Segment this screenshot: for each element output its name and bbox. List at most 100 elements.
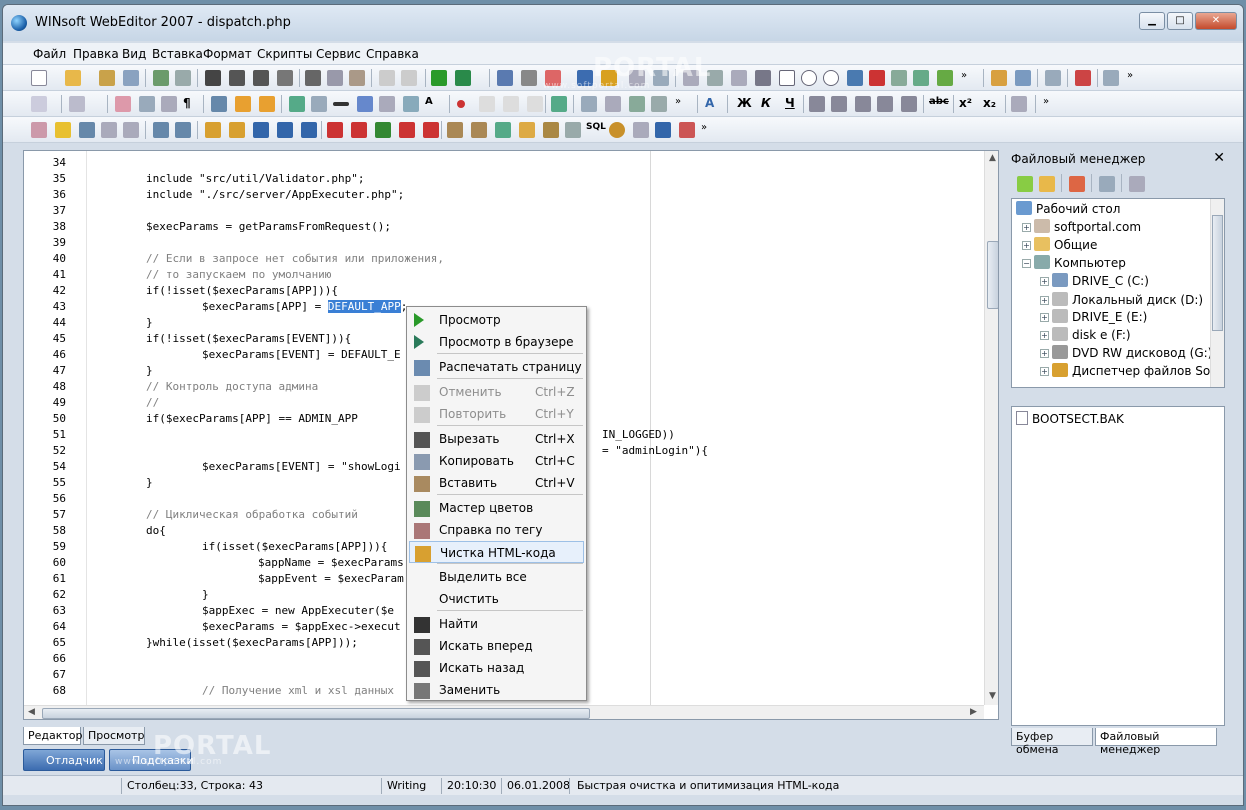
menu-format[interactable]: Формат: [203, 47, 252, 61]
download-icon[interactable]: [175, 122, 191, 138]
tool-icon[interactable]: [1011, 96, 1027, 112]
brush-icon[interactable]: [115, 96, 131, 112]
tool-icon[interactable]: [375, 122, 391, 138]
font-size-icon[interactable]: A: [425, 96, 441, 112]
copy-path-icon[interactable]: [1129, 176, 1145, 192]
book-icon[interactable]: [139, 96, 155, 112]
code-line[interactable]: if(!isset($execParams[APP])){: [146, 283, 338, 299]
globe-icon[interactable]: [289, 96, 305, 112]
tool-icon[interactable]: [253, 122, 269, 138]
code-line[interactable]: $execParams = getParamsFromRequest();: [146, 219, 391, 235]
tool-icon[interactable]: [211, 96, 227, 112]
tool-icon[interactable]: [497, 70, 513, 86]
code-line[interactable]: $execParams[EVENT] = "showLogi: [202, 459, 401, 475]
tool-icon[interactable]: [655, 122, 671, 138]
new-folder-icon[interactable]: [1039, 176, 1055, 192]
record-icon[interactable]: [457, 100, 465, 108]
context-menu-item[interactable]: Найти: [409, 613, 584, 635]
tool-icon[interactable]: [327, 122, 343, 138]
code-line[interactable]: //: [146, 395, 159, 411]
align-right-icon[interactable]: [855, 96, 871, 112]
align-justify-icon[interactable]: [877, 96, 893, 112]
code-line[interactable]: }while(isset($execParams[APP]));: [146, 635, 358, 651]
vertical-scrollbar[interactable]: ▲ ▼: [984, 151, 998, 705]
code-line[interactable]: include "src/util/Validator.php";: [146, 171, 365, 187]
tool-icon[interactable]: [229, 122, 245, 138]
selected-text[interactable]: DEFAULT_APP: [327, 300, 401, 313]
tree-node[interactable]: Диспетчер файлов Sony: [1052, 363, 1224, 378]
close-doc-icon[interactable]: [1075, 70, 1091, 86]
menu-service[interactable]: Сервис: [316, 47, 361, 61]
strike-button[interactable]: abc: [929, 96, 949, 107]
folder-tree[interactable]: Рабочий стол + softportal.com + Общие − …: [1011, 198, 1225, 388]
context-menu-item[interactable]: Распечатать страницу: [409, 356, 584, 378]
tool-icon[interactable]: [521, 70, 537, 86]
code-line[interactable]: IN_LOGGED)): [602, 427, 675, 443]
code-line[interactable]: if(isset($execParams[APP])){: [202, 539, 387, 555]
code-line[interactable]: $appName = $execParams: [258, 555, 404, 571]
spell-icon[interactable]: [123, 122, 139, 138]
new-file-icon[interactable]: [31, 70, 47, 86]
tool-icon[interactable]: [205, 122, 221, 138]
checkbox-icon[interactable]: [779, 70, 795, 86]
menu-help[interactable]: Справка: [366, 47, 419, 61]
tool-icon[interactable]: [399, 122, 415, 138]
tab-file-manager[interactable]: Файловый менеджер: [1095, 728, 1217, 756]
code-line[interactable]: if($execParams[APP] == ADMIN_APP: [146, 411, 358, 427]
minimize-button[interactable]: ▁: [1139, 12, 1165, 30]
debugger-button[interactable]: Отладчик: [23, 749, 105, 771]
more-icon[interactable]: »: [701, 122, 717, 138]
form-icon[interactable]: [937, 70, 953, 86]
properties-icon[interactable]: [1099, 176, 1115, 192]
menu-view[interactable]: Вид: [122, 47, 146, 61]
tool-icon[interactable]: [651, 96, 667, 112]
window-icon[interactable]: [1103, 70, 1119, 86]
tool-icon[interactable]: [543, 122, 559, 138]
form-icon[interactable]: [891, 70, 907, 86]
tool-icon[interactable]: [31, 122, 47, 138]
tree-node[interactable]: Общие: [1034, 237, 1097, 252]
underline-button[interactable]: Ч: [785, 96, 795, 110]
context-menu-item[interactable]: Очистить: [409, 588, 584, 610]
context-menu-item[interactable]: Чистка HTML-кода: [409, 541, 584, 563]
radio-icon[interactable]: [823, 70, 839, 86]
preview-icon[interactable]: [175, 70, 191, 86]
tool-icon[interactable]: [301, 122, 317, 138]
context-menu-item[interactable]: Мастер цветов: [409, 497, 584, 519]
tool-icon[interactable]: [519, 122, 535, 138]
code-line[interactable]: $execParams[EVENT] = DEFAULT_E: [202, 347, 401, 363]
context-menu-item[interactable]: Копировать Ctrl+C: [409, 450, 584, 472]
maximize-button[interactable]: □: [1167, 12, 1193, 30]
context-menu-item[interactable]: Вырезать Ctrl+X: [409, 428, 584, 450]
checkbox-icon[interactable]: [847, 70, 863, 86]
horizontal-scroll-thumb[interactable]: [42, 708, 590, 719]
copy-icon[interactable]: [327, 70, 343, 86]
tool-icon[interactable]: [629, 96, 645, 112]
tool-icon[interactable]: [679, 122, 695, 138]
vertical-scroll-thumb[interactable]: [987, 241, 998, 309]
play-macro-icon[interactable]: [527, 96, 543, 112]
subscript-button[interactable]: x₂: [983, 96, 996, 110]
menu-file[interactable]: Файл: [33, 47, 66, 61]
code-line[interactable]: // Контроль доступа админа: [146, 379, 318, 395]
code-line[interactable]: $execParams[APP] = DEFAULT_APP;: [202, 299, 407, 315]
panel-close-icon[interactable]: ✕: [1213, 150, 1225, 166]
code-line[interactable]: include "./src/server/AppExecuter.php";: [146, 187, 404, 203]
replace-icon[interactable]: [277, 70, 293, 86]
file-item[interactable]: BOOTSECT.BAK: [1016, 411, 1124, 426]
tool-icon[interactable]: [471, 122, 487, 138]
align-justify-icon[interactable]: [901, 96, 917, 112]
redo-icon[interactable]: [401, 70, 417, 86]
sql-button[interactable]: SQL: [586, 122, 606, 132]
find-icon[interactable]: [205, 70, 221, 86]
find-prev-icon[interactable]: [253, 70, 269, 86]
image-icon[interactable]: [311, 96, 327, 112]
context-menu-item[interactable]: Справка по тегу: [409, 519, 584, 541]
tree-node[interactable]: Рабочий стол: [1016, 201, 1120, 216]
undo-icon[interactable]: [379, 70, 395, 86]
form-icon[interactable]: [913, 70, 929, 86]
italic-button[interactable]: К: [761, 96, 771, 110]
tool-icon[interactable]: [259, 96, 275, 112]
menu-scripts[interactable]: Скрипты: [257, 47, 312, 61]
align-left-icon[interactable]: [809, 96, 825, 112]
